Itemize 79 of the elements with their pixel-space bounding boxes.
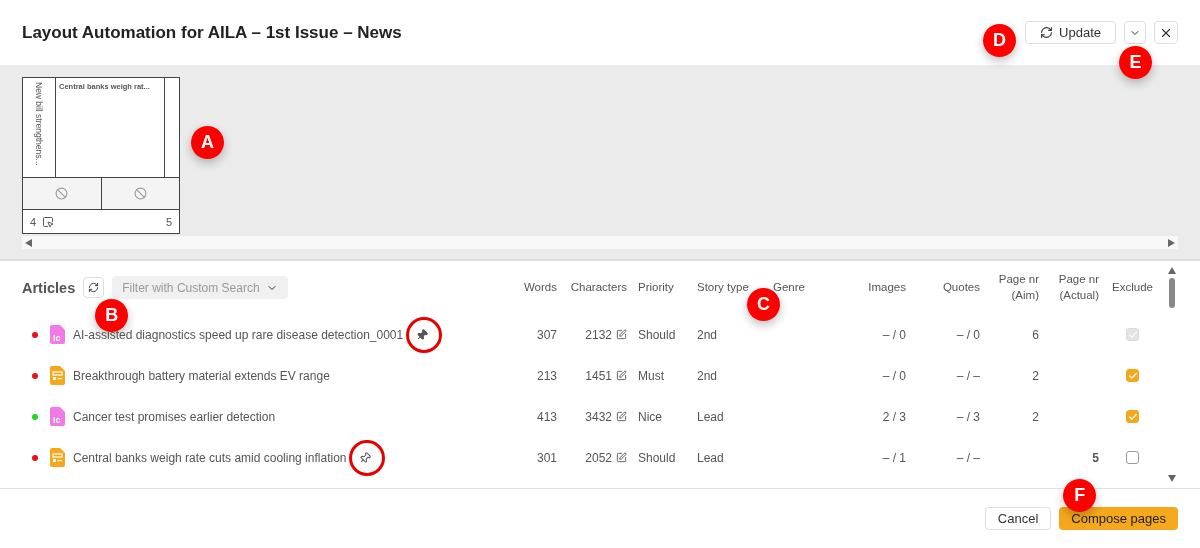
cursor-frame-icon — [42, 215, 55, 228]
refresh-button[interactable] — [83, 277, 105, 298]
column-header: Page nr (Actual) — [1057, 272, 1099, 303]
check-icon — [1127, 329, 1138, 340]
table-cell-text: 2 — [1031, 368, 1039, 383]
close-button[interactable] — [1154, 21, 1178, 44]
layout-document-icon — [50, 366, 65, 385]
scroll-up-icon[interactable] — [1168, 267, 1176, 274]
table-cell-text: – / – — [955, 450, 980, 465]
check-icon — [1127, 370, 1138, 381]
table-cell-text: – / 0 — [881, 368, 906, 383]
table-cell-text: Lead — [697, 409, 725, 424]
edit-icon[interactable] — [616, 370, 627, 381]
table-cell: 1451 — [585, 368, 612, 383]
exclude-checkbox[interactable] — [1126, 410, 1139, 423]
cancel-button[interactable]: Cancel — [984, 507, 1052, 530]
article-title[interactable]: Central banks weigh rate cuts amid cooling inflation — [73, 450, 347, 465]
edit-icon[interactable] — [616, 329, 627, 340]
table-cell-text: – / 0 — [881, 327, 906, 342]
column-header: Genre — [773, 279, 806, 295]
scroll-right-icon[interactable] — [1168, 238, 1175, 247]
column-header: Quotes — [941, 279, 980, 295]
table-cell-text: Lead — [697, 450, 725, 465]
article-title[interactable]: Breakthrough battery material extends EV range — [73, 368, 330, 383]
scroll-down-icon[interactable] — [1168, 475, 1176, 482]
edit-icon[interactable] — [616, 452, 627, 463]
callout-marker: A — [191, 126, 224, 159]
callout-marker: D — [983, 24, 1017, 57]
table-cell-text: Nice — [637, 409, 663, 424]
callout-marker: F — [1063, 479, 1097, 512]
table-cell-text: – / – — [955, 368, 980, 383]
empty-slot-icon — [133, 187, 147, 200]
exclude-checkbox[interactable] — [1126, 451, 1139, 464]
article-frame-title: New bill strengthens... — [34, 82, 44, 168]
table-cell-text: – / 3 — [955, 409, 980, 424]
table-cell-text: 213 — [535, 368, 557, 383]
section-title: Articles — [22, 279, 76, 296]
empty-slot-icon — [55, 187, 69, 200]
table-cell-text: 2nd — [697, 368, 719, 383]
table-cell: 2132 — [585, 327, 612, 342]
pin-outline-icon[interactable] — [357, 449, 374, 466]
refresh-icon — [1040, 26, 1054, 39]
text-document-icon: Ic — [50, 325, 65, 344]
column-header: Priority — [637, 279, 675, 295]
page-number: 4 — [30, 215, 37, 228]
table-cell-text: – / 0 — [955, 327, 980, 342]
page-number: 5 — [165, 215, 172, 228]
table-cell: 3432 — [585, 409, 612, 424]
table-cell-text: 307 — [535, 327, 557, 342]
table-cell-text: Should — [637, 327, 677, 342]
text-document-icon: Ic — [50, 407, 65, 426]
window-title: Layout Automation for AILA – 1st Issue – News — [22, 22, 402, 43]
table-cell-text: 2nd — [697, 327, 719, 342]
layout-document-icon — [50, 448, 65, 467]
column-header: Exclude — [1111, 279, 1154, 295]
callout-marker: B — [95, 299, 129, 332]
table-cell-text: 2 / 3 — [881, 409, 906, 424]
column-header: Page nr (Aim) — [997, 272, 1039, 303]
column-header: Words — [522, 279, 557, 295]
table-cell-text: 5 — [1091, 450, 1099, 465]
table-cell-text: – / 1 — [881, 450, 906, 465]
column-header: Characters — [569, 279, 627, 295]
check-icon — [1127, 411, 1138, 422]
scroll-left-icon[interactable] — [25, 238, 32, 247]
edit-icon[interactable] — [616, 411, 627, 422]
table-cell-text: Should — [637, 450, 677, 465]
table-cell: 2052 — [585, 450, 612, 465]
exclude-checkbox[interactable] — [1126, 369, 1139, 382]
update-button[interactable]: Update — [1025, 21, 1116, 44]
table-cell-text: 6 — [1031, 327, 1039, 342]
column-header: Images — [867, 279, 906, 295]
table-cell-text: 413 — [535, 409, 557, 424]
table-cell-text: Must — [637, 368, 665, 383]
refresh-icon — [88, 282, 100, 293]
scrollbar-thumb[interactable] — [1169, 278, 1175, 308]
article-title[interactable]: Cancer test promises earlier detection — [73, 409, 276, 424]
table-cell-text: 2 — [1031, 409, 1039, 424]
table-cell-text: 301 — [535, 450, 557, 465]
compose-pages-button[interactable]: Compose pages — [1059, 507, 1178, 530]
